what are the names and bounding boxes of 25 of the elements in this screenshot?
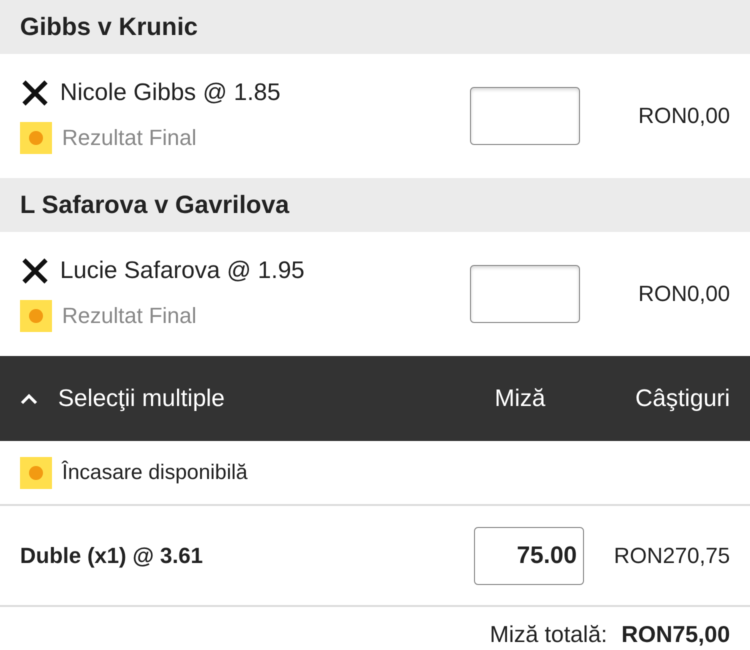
- market-label: Rezultat Final: [62, 125, 197, 151]
- cashout-icon: [20, 122, 52, 154]
- stake-field[interactable]: 75.00: [474, 526, 584, 584]
- multiples-title: Selecţii multiple: [58, 384, 226, 412]
- cashout-icon: [20, 456, 52, 488]
- stake-field[interactable]: [470, 87, 580, 145]
- total-stake-label: Miză totală:: [490, 621, 608, 648]
- market-label: Rezultat Final: [62, 303, 197, 329]
- remove-icon[interactable]: [20, 256, 50, 286]
- potential-returns: RON0,00: [637, 281, 730, 307]
- potential-returns: RON0,00: [637, 103, 730, 129]
- total-stake-value: RON75,00: [621, 621, 730, 648]
- event-header: Gibbs v Krunic: [0, 0, 750, 54]
- potential-returns: RON270,75: [614, 542, 730, 568]
- cashout-icon: [20, 300, 52, 332]
- bet-label: Duble (x1) @ 3.61: [20, 542, 204, 568]
- multiples-header-bar[interactable]: Selecţii multiple Miză Câştiguri: [0, 356, 750, 441]
- stake-heading: Miză: [494, 384, 546, 412]
- selection-name: Lucie Safarova @ 1.95: [60, 257, 305, 285]
- remove-icon[interactable]: [20, 78, 50, 108]
- selection-name: Nicole Gibbs @ 1.85: [60, 79, 280, 107]
- returns-heading: Câştiguri: [635, 384, 730, 412]
- cashout-label: Încasare disponibilă: [62, 460, 248, 484]
- stake-field[interactable]: [470, 265, 580, 323]
- event-header: L Safarova v Gavrilova: [0, 178, 750, 232]
